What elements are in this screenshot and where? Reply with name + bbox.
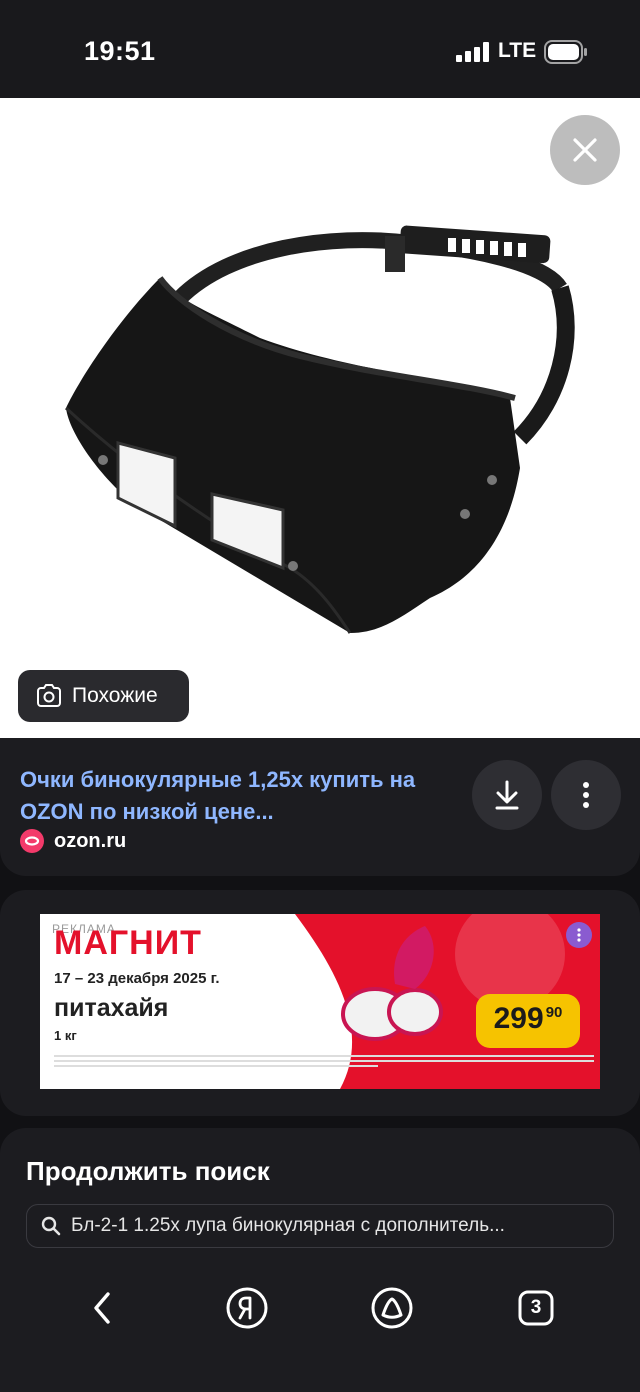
close-icon	[573, 138, 597, 162]
result-source[interactable]: ozon.ru	[20, 829, 126, 853]
camera-search-icon	[37, 684, 61, 707]
close-button[interactable]	[550, 115, 620, 185]
signal-icon	[456, 42, 489, 62]
source-domain: ozon.ru	[54, 829, 127, 852]
more-options-button[interactable]	[551, 760, 621, 830]
tabs-button[interactable]: 3	[514, 1286, 558, 1330]
search-query-text: Бл-2-1 1.25х лупа бинокулярная с дополни…	[71, 1215, 505, 1236]
similar-label: Похожие	[72, 684, 158, 707]
continue-search-title: Продолжить поиск	[26, 1156, 270, 1186]
ad-price-cents: 90	[545, 1004, 563, 1021]
search-icon	[41, 1216, 61, 1236]
network-type: LTE	[498, 39, 537, 62]
ad-fine-print	[54, 1052, 594, 1070]
similar-button[interactable]: Похожие	[18, 670, 189, 722]
ozon-logo-icon	[20, 829, 44, 853]
continue-search-panel: Продолжить поиск Бл-2-1 1.25х лупа бинок…	[0, 1128, 640, 1392]
ad-banner[interactable]: РЕКЛАМА МАГНИТ 17 – 23 декабря 2025 г. п…	[40, 914, 600, 1089]
ad-unit: 1 кг	[54, 1028, 77, 1043]
ad-price-main: 299	[493, 1002, 544, 1035]
clock: 19:51	[84, 36, 156, 66]
more-vertical-icon	[577, 928, 581, 942]
image-viewer: Похожие	[0, 98, 640, 738]
yandex-logo-icon	[226, 1287, 268, 1329]
ad-card: РЕКЛАМА МАГНИТ 17 – 23 декабря 2025 г. п…	[0, 890, 640, 1116]
result-title-link[interactable]: Очки бинокулярные 1,25х купить на OZON п…	[20, 764, 460, 828]
alice-icon	[371, 1287, 413, 1329]
product-image[interactable]	[0, 98, 640, 738]
search-suggestion[interactable]: Бл-2-1 1.25х лупа бинокулярная с дополни…	[26, 1204, 614, 1248]
yandex-home-button[interactable]	[225, 1286, 269, 1330]
battery-icon	[544, 40, 587, 64]
tabs-count: 3	[530, 1297, 542, 1318]
chevron-left-icon	[94, 1292, 110, 1324]
download-button[interactable]	[472, 760, 542, 830]
ad-dates: 17 – 23 декабря 2025 г.	[54, 970, 220, 987]
status-bar: 19:51 LTE	[0, 0, 640, 98]
alice-assistant-button[interactable]	[370, 1286, 414, 1330]
download-icon	[495, 780, 519, 810]
ad-product: питахайя	[54, 994, 169, 1022]
back-button[interactable]	[80, 1286, 124, 1330]
ad-options-button[interactable]	[566, 922, 592, 948]
ad-price-badge: 299 90	[476, 994, 580, 1048]
result-card: Очки бинокулярные 1,25х купить на OZON п…	[0, 738, 640, 876]
ad-brand: МАГНИТ	[54, 924, 202, 962]
more-vertical-icon	[583, 782, 589, 808]
